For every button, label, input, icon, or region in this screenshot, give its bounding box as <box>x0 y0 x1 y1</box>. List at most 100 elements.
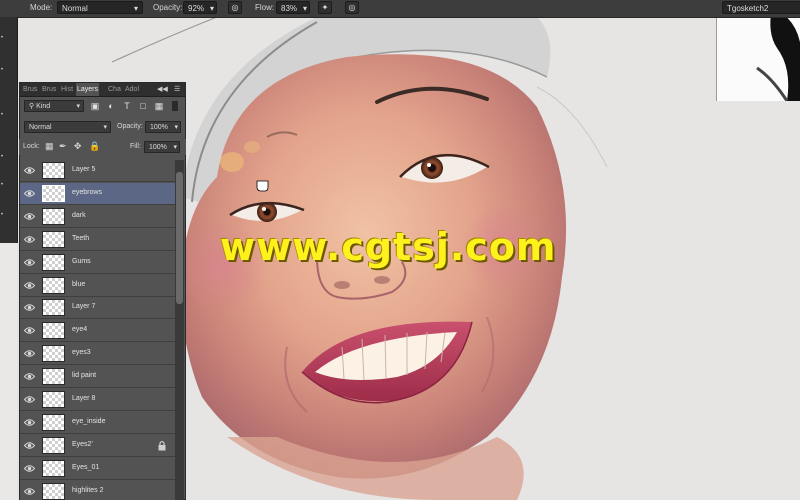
opacity-field[interactable]: 92% ▾ <box>183 1 217 14</box>
layer-name[interactable]: Layer 5 <box>72 166 95 173</box>
layer-name[interactable]: Eyes_01 <box>72 464 99 471</box>
layer-thumbnail[interactable] <box>42 460 65 477</box>
layer-thumbnail[interactable] <box>42 254 65 271</box>
layer-name[interactable]: eye_inside <box>72 418 105 425</box>
panel-menu-icon[interactable]: ☰ <box>173 83 181 96</box>
layer-name[interactable]: Layer 7 <box>72 303 95 310</box>
layer-row[interactable]: eyes3 <box>20 343 175 365</box>
layer-row[interactable]: eye4 <box>20 320 175 342</box>
layer-name[interactable]: highlites 2 <box>72 487 104 494</box>
layer-row[interactable]: Teeth <box>20 229 175 251</box>
blend-mode-dropdown[interactable]: Normal ▾ <box>24 121 111 133</box>
pressure-size-icon[interactable]: ◎ <box>345 1 359 14</box>
layer-row[interactable]: lid paint <box>20 366 175 388</box>
adjustment-filter-icon[interactable]: ◐ <box>106 101 116 111</box>
flow-field[interactable]: 83% ▾ <box>276 1 310 14</box>
tool-glyph[interactable]: • <box>1 67 3 73</box>
filter-toggle[interactable] <box>172 101 178 111</box>
fill-field[interactable]: 100% ▾ <box>144 141 180 153</box>
layer-row[interactable]: eyebrows <box>20 183 175 205</box>
tab-history[interactable]: Hist <box>60 83 74 96</box>
tab-adjustments[interactable]: Adol <box>124 83 140 96</box>
layer-thumbnail[interactable] <box>42 391 65 408</box>
type-filter-icon[interactable]: T <box>122 101 132 111</box>
eye-visibility-icon[interactable] <box>23 212 36 221</box>
layer-thumbnail[interactable] <box>42 277 65 294</box>
layer-thumbnail[interactable] <box>42 414 65 431</box>
eye-visibility-icon[interactable] <box>23 166 36 175</box>
collapse-icon[interactable]: ◀◀ <box>156 83 169 96</box>
layer-row[interactable]: Layer 7 <box>20 297 175 319</box>
layer-row[interactable]: highlites 2 <box>20 481 175 500</box>
layer-filter-dropdown[interactable]: ⚲ Kind ▾ <box>24 100 84 112</box>
eye-visibility-icon[interactable] <box>23 418 36 427</box>
lock-position-icon[interactable]: ✥ <box>74 141 82 152</box>
lock-transparent-pixels-icon[interactable]: ▦ <box>45 141 54 152</box>
scrollbar-thumb[interactable] <box>176 172 183 304</box>
mode-dropdown[interactable]: Normal ▾ <box>57 1 143 14</box>
tab-character[interactable]: Cha <box>107 83 122 96</box>
shape-filter-icon[interactable]: □ <box>138 101 148 111</box>
layer-name[interactable]: dark <box>72 212 86 219</box>
layer-name[interactable]: Teeth <box>72 235 89 242</box>
layer-name[interactable]: eyebrows <box>72 189 102 196</box>
layer-row[interactable]: Eyes_01 <box>20 458 175 480</box>
eye-visibility-icon[interactable] <box>23 258 36 267</box>
navigator-thumbnail[interactable] <box>716 8 800 102</box>
layer-row[interactable]: dark <box>20 206 175 228</box>
smart-object-filter-icon[interactable]: ▦ <box>154 101 164 111</box>
eye-visibility-icon[interactable] <box>23 349 36 358</box>
layer-thumbnail[interactable] <box>42 299 65 316</box>
layer-thumbnail[interactable] <box>42 483 65 500</box>
layer-opacity-field[interactable]: 100% ▾ <box>145 121 181 133</box>
opacity-value: 92% <box>188 4 205 13</box>
eye-visibility-icon[interactable] <box>23 487 36 496</box>
layer-thumbnail[interactable] <box>42 231 65 248</box>
eye-visibility-icon[interactable] <box>23 372 36 381</box>
layer-name[interactable]: Layer 8 <box>72 395 95 402</box>
layer-row[interactable]: blue <box>20 275 175 297</box>
tool-glyph[interactable]: • <box>1 154 3 160</box>
tab-layers[interactable]: Layers <box>76 83 100 96</box>
layer-thumbnail[interactable] <box>42 437 65 454</box>
layer-thumbnail[interactable] <box>42 185 65 202</box>
eye-visibility-icon[interactable] <box>23 395 36 404</box>
layer-row[interactable]: eye_inside <box>20 412 175 434</box>
layer-row[interactable]: Layer 8 <box>20 389 175 411</box>
layer-name[interactable]: blue <box>72 281 85 288</box>
eye-visibility-icon[interactable] <box>23 441 36 450</box>
mode-label: Mode: <box>30 3 53 12</box>
tab-brush-presets[interactable]: Brus <box>41 83 57 96</box>
tab-brush[interactable]: Brus <box>22 83 38 96</box>
layer-name[interactable]: eye4 <box>72 326 87 333</box>
lock-all-icon[interactable]: 🔒 <box>89 141 100 152</box>
layer-thumbnail[interactable] <box>42 162 65 179</box>
eye-visibility-icon[interactable] <box>23 281 36 290</box>
eye-visibility-icon[interactable] <box>23 189 36 198</box>
layer-thumbnail[interactable] <box>42 208 65 225</box>
eye-visibility-icon[interactable] <box>23 326 36 335</box>
layer-thumbnail[interactable] <box>42 345 65 362</box>
lock-image-pixels-icon[interactable]: ✒ <box>59 141 67 152</box>
eye-visibility-icon[interactable] <box>23 303 36 312</box>
layer-row[interactable]: Eyes2' <box>20 435 175 457</box>
document-tab[interactable]: Tgosketch2 <box>722 1 800 14</box>
layer-list-scrollbar[interactable] <box>175 160 184 500</box>
tool-glyph[interactable]: • <box>1 182 3 188</box>
layer-row[interactable]: Layer 5 <box>20 160 175 182</box>
layer-thumbnail[interactable] <box>42 368 65 385</box>
tool-glyph[interactable]: • <box>1 212 3 218</box>
tool-glyph[interactable]: • <box>1 112 3 118</box>
pixel-filter-icon[interactable]: ▣ <box>90 101 100 111</box>
tool-glyph[interactable]: • <box>1 35 3 41</box>
pressure-opacity-icon[interactable]: ◎ <box>228 1 242 14</box>
eye-visibility-icon[interactable] <box>23 235 36 244</box>
layer-name[interactable]: Gums <box>72 258 91 265</box>
layer-name[interactable]: lid paint <box>72 372 96 379</box>
layer-thumbnail[interactable] <box>42 322 65 339</box>
layer-name[interactable]: eyes3 <box>72 349 91 356</box>
layer-name[interactable]: Eyes2' <box>72 441 93 448</box>
layer-row[interactable]: Gums <box>20 252 175 274</box>
eye-visibility-icon[interactable] <box>23 464 36 473</box>
airbrush-icon[interactable]: ✦ <box>318 1 332 14</box>
